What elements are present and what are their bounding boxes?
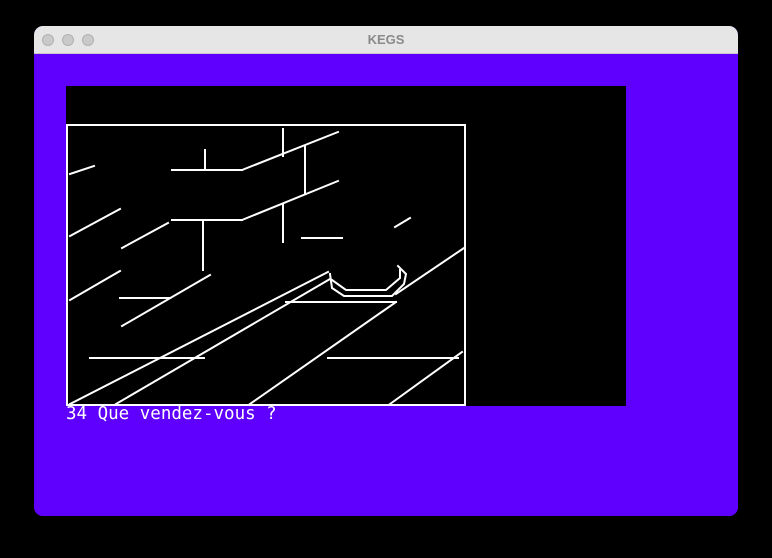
line-art-room-icon — [66, 124, 466, 406]
title-bar[interactable]: KEGS — [34, 26, 738, 54]
emulator-window: KEGS 34 Que vendez-vous ? — [34, 26, 738, 516]
game-prompt-text: 34 Que vendez-vous ? — [66, 404, 277, 424]
window-title: KEGS — [367, 32, 405, 47]
emulator-screen[interactable]: 34 Que vendez-vous ? — [34, 54, 738, 516]
